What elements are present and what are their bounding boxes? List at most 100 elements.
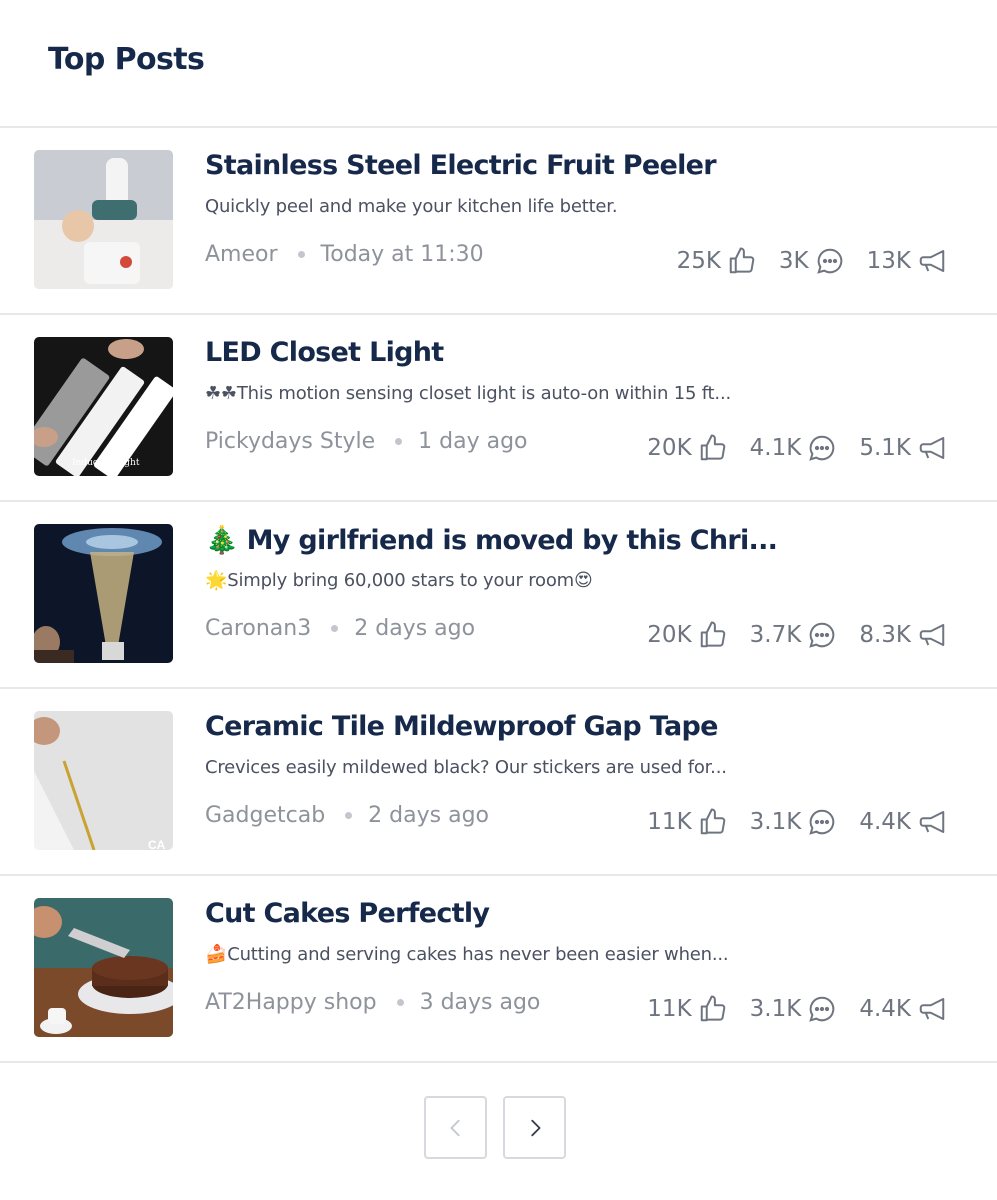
comments-stat[interactable]: 3.7K bbox=[750, 620, 838, 650]
post-description: Quickly peel and make your kitchen life … bbox=[205, 196, 618, 217]
pagination bbox=[424, 1096, 582, 1159]
separator-dot bbox=[331, 625, 339, 632]
likes-stat[interactable]: 20K bbox=[647, 433, 727, 463]
post-title[interactable]: Stainless Steel Electric Fruit Peeler bbox=[205, 150, 965, 181]
shares-stat[interactable]: 8.3K bbox=[859, 620, 947, 650]
next-page-button[interactable] bbox=[503, 1096, 566, 1159]
megaphone-icon bbox=[919, 250, 945, 272]
post-title[interactable]: Ceramic Tile Mildewproof Gap Tape bbox=[205, 711, 965, 742]
likes-stat[interactable]: 11K bbox=[647, 807, 727, 837]
post-meta: Gadgetcab 2 days ago bbox=[205, 803, 489, 828]
post-author[interactable]: Pickydays Style bbox=[205, 429, 375, 454]
post-stats: 11K 3.1K 4.4K bbox=[625, 807, 947, 837]
comment-bubble-icon bbox=[809, 996, 835, 1022]
likes-stat[interactable]: 20K bbox=[647, 620, 727, 650]
thumbs-up-icon bbox=[700, 621, 725, 648]
post-time: 2 days ago bbox=[368, 803, 489, 828]
chevron-right-icon bbox=[530, 1119, 540, 1136]
comments-stat[interactable]: 3K bbox=[779, 246, 845, 276]
separator-dot bbox=[297, 251, 305, 258]
shares-stat[interactable]: 13K bbox=[867, 246, 947, 276]
post-thumbnail[interactable] bbox=[34, 150, 173, 289]
prev-page-button[interactable] bbox=[424, 1096, 487, 1159]
thumbs-up-icon bbox=[700, 434, 725, 461]
chevron-left-icon bbox=[450, 1119, 460, 1136]
post-title[interactable]: LED Closet Light bbox=[205, 337, 965, 368]
post-description-text: This motion sensing closet light is auto… bbox=[236, 383, 731, 404]
comments-count: 4.1K bbox=[749, 435, 802, 461]
thumbs-up-icon bbox=[700, 808, 725, 835]
post-item[interactable]: CA Ceramic Tile Mildewproof Gap Tape Cre… bbox=[0, 689, 997, 876]
thumbnail-caption: CA bbox=[148, 838, 166, 850]
post-thumbnail[interactable]: CA bbox=[34, 711, 173, 850]
post-stats: 20K 4.1K 5.1K bbox=[625, 433, 947, 463]
post-thumbnail[interactable] bbox=[34, 898, 173, 1037]
post-author[interactable]: Caronan3 bbox=[205, 616, 311, 641]
shares-count: 13K bbox=[866, 248, 911, 274]
comment-bubble-icon bbox=[809, 435, 835, 461]
star-projector-photo bbox=[34, 524, 173, 663]
shares-stat[interactable]: 5.1K bbox=[859, 433, 947, 463]
post-meta: Ameor Today at 11:30 bbox=[205, 242, 484, 267]
post-author[interactable]: Gadgetcab bbox=[205, 803, 325, 828]
thumbnail-caption: Induction light bbox=[72, 458, 140, 468]
comments-stat[interactable]: 3.1K bbox=[750, 994, 838, 1024]
closet-light-photo: Induction light bbox=[34, 337, 173, 476]
shares-count: 4.4K bbox=[859, 809, 911, 835]
post-meta: Caronan3 2 days ago bbox=[205, 616, 475, 641]
separator-dot bbox=[395, 438, 403, 445]
likes-count: 20K bbox=[647, 435, 692, 461]
comments-stat[interactable]: 4.1K bbox=[750, 433, 838, 463]
post-item[interactable]: 🎄 My girlfriend is moved by this Chri...… bbox=[0, 502, 997, 689]
shares-stat[interactable]: 4.4K bbox=[859, 807, 947, 837]
likes-count: 20K bbox=[647, 622, 692, 648]
star-emoji: 🌟 bbox=[205, 570, 228, 591]
post-meta: AT2Happy shop 3 days ago bbox=[205, 990, 540, 1015]
likes-count: 25K bbox=[676, 248, 721, 274]
post-description-text: Cutting and serving cakes has never been… bbox=[227, 944, 729, 965]
shares-stat[interactable]: 4.4K bbox=[859, 994, 947, 1024]
post-stats: 20K 3.7K 8.3K bbox=[625, 620, 947, 650]
christmas-tree-emoji: 🎄 bbox=[205, 525, 239, 556]
megaphone-icon bbox=[919, 998, 945, 1020]
comment-bubble-icon bbox=[816, 248, 842, 274]
post-title[interactable]: 🎄 My girlfriend is moved by this Chri... bbox=[205, 524, 965, 556]
post-time: 3 days ago bbox=[419, 990, 541, 1015]
comments-count: 3K bbox=[778, 248, 809, 274]
top-posts-header: Top Posts bbox=[0, 0, 997, 128]
post-meta: Pickydays Style 1 day ago bbox=[205, 429, 528, 454]
megaphone-icon bbox=[919, 437, 945, 459]
separator-dot bbox=[345, 812, 353, 819]
cake-cutter-photo bbox=[34, 898, 173, 1037]
comments-stat[interactable]: 3.1K bbox=[750, 807, 838, 837]
comments-count: 3.7K bbox=[749, 622, 802, 648]
post-author[interactable]: Ameor bbox=[205, 242, 278, 267]
post-description: 🍰Cutting and serving cakes has never bee… bbox=[205, 944, 965, 965]
post-item[interactable]: Cut Cakes Perfectly 🍰Cutting and serving… bbox=[0, 876, 997, 1063]
shares-count: 8.3K bbox=[859, 622, 911, 648]
likes-count: 11K bbox=[647, 809, 692, 835]
post-description-text: Simply bring 60,000 stars to your room bbox=[227, 570, 574, 591]
post-thumbnail[interactable] bbox=[34, 524, 173, 663]
likes-count: 11K bbox=[647, 996, 692, 1022]
post-author[interactable]: AT2Happy shop bbox=[205, 990, 377, 1015]
post-item[interactable]: Stainless Steel Electric Fruit Peeler Qu… bbox=[0, 128, 997, 315]
thumbs-up-icon bbox=[729, 247, 755, 274]
post-time: 2 days ago bbox=[354, 616, 476, 641]
post-description: ☘☘This motion sensing closet light is au… bbox=[205, 383, 965, 404]
comments-count: 3.1K bbox=[749, 809, 802, 835]
shares-count: 5.1K bbox=[859, 435, 911, 461]
megaphone-icon bbox=[919, 811, 945, 833]
post-thumbnail[interactable]: Induction light bbox=[34, 337, 173, 476]
likes-stat[interactable]: 25K bbox=[677, 246, 757, 276]
comment-bubble-icon bbox=[809, 809, 835, 835]
post-title-text: My girlfriend is moved by this Chri... bbox=[246, 525, 778, 556]
post-title[interactable]: Cut Cakes Perfectly bbox=[205, 898, 965, 929]
post-description: 🌟Simply bring 60,000 stars to your room😍 bbox=[205, 570, 965, 591]
post-stats: 11K 3.1K 4.4K bbox=[625, 994, 947, 1024]
page-title: Top Posts bbox=[48, 42, 205, 77]
post-item[interactable]: Induction light LED Closet Light ☘☘This … bbox=[0, 315, 997, 502]
likes-stat[interactable]: 11K bbox=[647, 994, 727, 1024]
comments-count: 3.1K bbox=[749, 996, 802, 1022]
post-time: Today at 11:30 bbox=[320, 242, 484, 267]
